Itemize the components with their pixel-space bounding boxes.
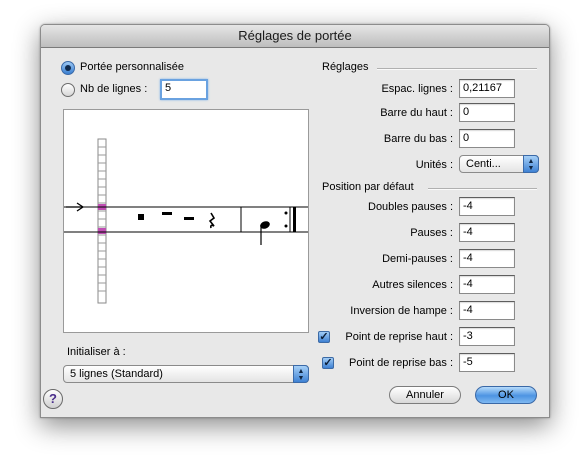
top-bar-label: Barre du haut : xyxy=(380,107,453,119)
double-rests-field[interactable]: -4 xyxy=(459,197,515,216)
units-stepper-icon: ▲ ▼ xyxy=(523,155,539,173)
line-ladder xyxy=(97,138,107,304)
repeat-bottom-label: Point de reprise bas : xyxy=(349,357,453,369)
initialize-select-value: 5 lignes (Standard) xyxy=(70,368,163,380)
line-spacing-field[interactable]: 0,21167 xyxy=(459,79,515,98)
bottom-bar-field[interactable]: 0 xyxy=(459,129,515,148)
units-label: Unités : xyxy=(415,159,453,171)
bottom-line-marker xyxy=(98,228,106,234)
radio-line-count[interactable] xyxy=(61,83,75,97)
stem-flip-label: Inversion de hampe : xyxy=(350,305,453,317)
line-count-field[interactable]: 5 xyxy=(160,79,208,100)
whole-rest-symbol xyxy=(162,212,172,215)
radio-custom-staff-label: Portée personnalisée xyxy=(80,61,184,73)
initialize-select[interactable]: 5 lignes (Standard) ▲ ▼ xyxy=(63,365,309,383)
rests-field[interactable]: -4 xyxy=(459,223,515,242)
repeat-top-label: Point de reprise haut : xyxy=(345,331,453,343)
other-rests-field[interactable]: -4 xyxy=(459,275,515,294)
double-rest-symbol xyxy=(138,214,144,220)
units-select-value: Centi... xyxy=(466,158,501,170)
defaults-section-title: Position par défaut xyxy=(322,181,414,193)
settings-divider xyxy=(377,68,537,70)
defaults-divider xyxy=(428,188,537,190)
other-rests-label: Autres silences : xyxy=(372,279,453,291)
cancel-button[interactable]: Annuler xyxy=(389,386,461,404)
bottom-bar-label: Barre du bas : xyxy=(383,133,453,145)
quarter-rest-symbol xyxy=(208,212,216,229)
radio-line-count-label: Nb de lignes : xyxy=(80,83,148,95)
double-rests-label: Doubles pauses : xyxy=(368,201,453,213)
settings-section-title: Réglages xyxy=(322,61,369,73)
half-rest-symbol xyxy=(184,217,194,220)
staff-preview xyxy=(63,109,309,333)
staff-settings-dialog: Réglages de portée Portée personnalisée … xyxy=(40,24,550,418)
units-select[interactable]: Centi... ▲ ▼ xyxy=(459,155,539,173)
help-button[interactable]: ? xyxy=(43,389,63,409)
half-rests-field[interactable]: -4 xyxy=(459,249,515,268)
rests-label: Pauses : xyxy=(410,227,453,239)
stem-flip-field[interactable]: -4 xyxy=(459,301,515,320)
repeat-bottom-field[interactable]: -5 xyxy=(459,353,515,372)
repeat-top-field[interactable]: -3 xyxy=(459,327,515,346)
window-title: Réglages de portée xyxy=(41,25,549,48)
line-spacing-label: Espac. lignes : xyxy=(381,83,453,95)
radio-custom-staff[interactable] xyxy=(61,61,75,75)
initialize-label: Initialiser à : xyxy=(67,346,126,358)
ok-button[interactable]: OK xyxy=(475,386,537,404)
top-bar-field[interactable]: 0 xyxy=(459,103,515,122)
half-rests-label: Demi-pauses : xyxy=(382,253,453,265)
staff-preview-canvas xyxy=(64,138,308,304)
